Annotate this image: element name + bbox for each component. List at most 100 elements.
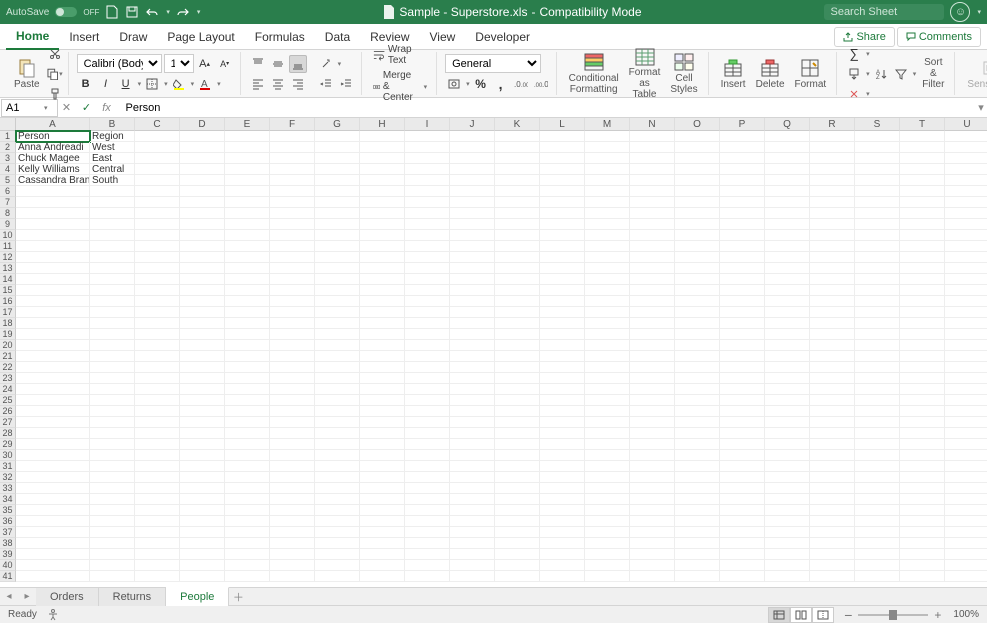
cell[interactable]	[945, 494, 987, 505]
cell[interactable]	[855, 197, 900, 208]
cell[interactable]	[855, 461, 900, 472]
align-left-button[interactable]	[249, 75, 267, 93]
cell[interactable]	[135, 318, 180, 329]
cell[interactable]	[765, 241, 810, 252]
cell[interactable]	[360, 516, 405, 527]
cell[interactable]	[315, 263, 360, 274]
cell[interactable]	[945, 351, 987, 362]
cell[interactable]	[450, 164, 495, 175]
cell[interactable]	[16, 362, 90, 373]
autosum-dropdown[interactable]: ▾	[866, 50, 870, 58]
cell[interactable]	[360, 252, 405, 263]
cell[interactable]	[270, 406, 315, 417]
cell[interactable]	[630, 164, 675, 175]
cell[interactable]	[540, 197, 585, 208]
ribbon-tab-formulas[interactable]: Formulas	[245, 24, 315, 50]
cell[interactable]	[855, 483, 900, 494]
cell[interactable]	[315, 527, 360, 538]
cell[interactable]	[405, 362, 450, 373]
cell[interactable]	[270, 296, 315, 307]
align-middle-button[interactable]	[269, 55, 287, 73]
cell[interactable]	[450, 417, 495, 428]
cell[interactable]	[180, 197, 225, 208]
cell[interactable]	[225, 340, 270, 351]
cell[interactable]	[810, 516, 855, 527]
cell[interactable]	[765, 153, 810, 164]
cell[interactable]	[765, 340, 810, 351]
cell[interactable]	[315, 549, 360, 560]
cell[interactable]	[585, 461, 630, 472]
row-header[interactable]: 1	[0, 131, 16, 142]
cell[interactable]	[630, 340, 675, 351]
cell[interactable]	[16, 285, 90, 296]
cell[interactable]	[720, 505, 765, 516]
cell[interactable]	[225, 549, 270, 560]
cell[interactable]	[360, 373, 405, 384]
cell[interactable]	[585, 329, 630, 340]
cell[interactable]	[765, 516, 810, 527]
cell[interactable]	[720, 307, 765, 318]
row-header[interactable]: 15	[0, 285, 16, 296]
cell[interactable]	[630, 373, 675, 384]
cell[interactable]	[675, 461, 720, 472]
copy-dropdown[interactable]: ▾	[59, 70, 63, 78]
cell[interactable]	[540, 571, 585, 582]
cell[interactable]	[675, 274, 720, 285]
cell[interactable]	[405, 186, 450, 197]
cell[interactable]	[495, 395, 540, 406]
cell[interactable]	[450, 373, 495, 384]
increase-indent-button[interactable]	[337, 75, 355, 93]
cell[interactable]	[405, 450, 450, 461]
cell[interactable]	[540, 164, 585, 175]
cell[interactable]	[945, 362, 987, 373]
cell[interactable]	[945, 483, 987, 494]
cell[interactable]	[810, 241, 855, 252]
cell[interactable]	[720, 274, 765, 285]
column-header[interactable]: A	[16, 118, 90, 131]
format-as-table-button[interactable]: Format as Table	[625, 52, 665, 96]
cell[interactable]	[900, 384, 945, 395]
cell[interactable]	[720, 318, 765, 329]
number-format-select[interactable]: General	[445, 54, 541, 73]
cell[interactable]	[495, 527, 540, 538]
cell[interactable]	[855, 230, 900, 241]
cell[interactable]	[720, 131, 765, 142]
cell[interactable]	[540, 494, 585, 505]
normal-view-button[interactable]	[768, 607, 790, 623]
cell[interactable]	[675, 219, 720, 230]
cell[interactable]	[180, 439, 225, 450]
cell[interactable]	[135, 263, 180, 274]
cell[interactable]	[945, 516, 987, 527]
cell[interactable]	[720, 461, 765, 472]
cell[interactable]	[810, 549, 855, 560]
cell[interactable]	[90, 362, 135, 373]
ribbon-tab-developer[interactable]: Developer	[465, 24, 540, 50]
cell[interactable]	[585, 494, 630, 505]
cell[interactable]	[540, 560, 585, 571]
cell[interactable]	[495, 461, 540, 472]
cell[interactable]	[315, 186, 360, 197]
cell[interactable]	[225, 219, 270, 230]
cell[interactable]	[135, 560, 180, 571]
cell[interactable]	[16, 263, 90, 274]
cell[interactable]	[540, 538, 585, 549]
cell[interactable]	[135, 241, 180, 252]
cell[interactable]	[540, 263, 585, 274]
cell[interactable]	[675, 384, 720, 395]
cell[interactable]	[675, 285, 720, 296]
cell[interactable]	[945, 131, 987, 142]
cell[interactable]	[540, 549, 585, 560]
save-icon[interactable]	[125, 5, 139, 19]
user-menu-dropdown-icon[interactable]: ▾	[977, 8, 981, 16]
cell[interactable]	[765, 175, 810, 186]
cell[interactable]	[270, 362, 315, 373]
cell[interactable]	[135, 549, 180, 560]
cell[interactable]	[675, 428, 720, 439]
cell[interactable]	[225, 384, 270, 395]
row-header[interactable]: 12	[0, 252, 16, 263]
cell[interactable]: Anna Andreadi	[16, 142, 90, 153]
cell[interactable]	[765, 439, 810, 450]
cell[interactable]	[585, 373, 630, 384]
cell[interactable]	[810, 560, 855, 571]
cell[interactable]	[720, 252, 765, 263]
